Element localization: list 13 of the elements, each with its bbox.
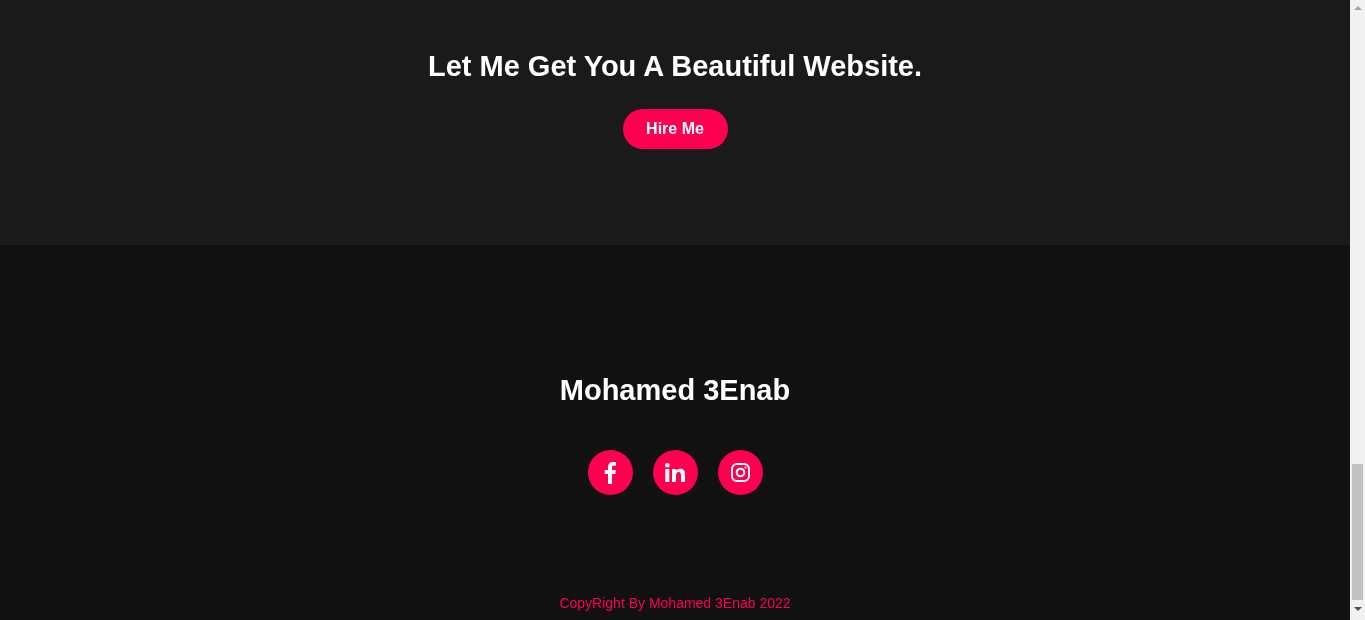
scroll-down-arrow-icon[interactable] xyxy=(1353,607,1362,611)
linkedin-link[interactable] xyxy=(652,450,698,495)
linkedin-icon xyxy=(665,463,685,482)
footer-name: Mohamed 3Enab xyxy=(559,373,791,408)
facebook-link[interactable] xyxy=(587,450,633,495)
instagram-icon xyxy=(730,463,750,482)
hire-me-button[interactable]: Hire Me xyxy=(622,109,728,149)
instagram-link[interactable] xyxy=(717,450,763,495)
scrollbar-thumb[interactable] xyxy=(1352,464,1363,600)
facebook-icon xyxy=(604,461,616,484)
scrollbar[interactable] xyxy=(1350,0,1365,620)
cta-heading: Let Me Get You A Beautiful Website. xyxy=(427,49,923,84)
copyright-text: CopyRight By Mohamed 3Enab 2022 xyxy=(559,595,791,611)
